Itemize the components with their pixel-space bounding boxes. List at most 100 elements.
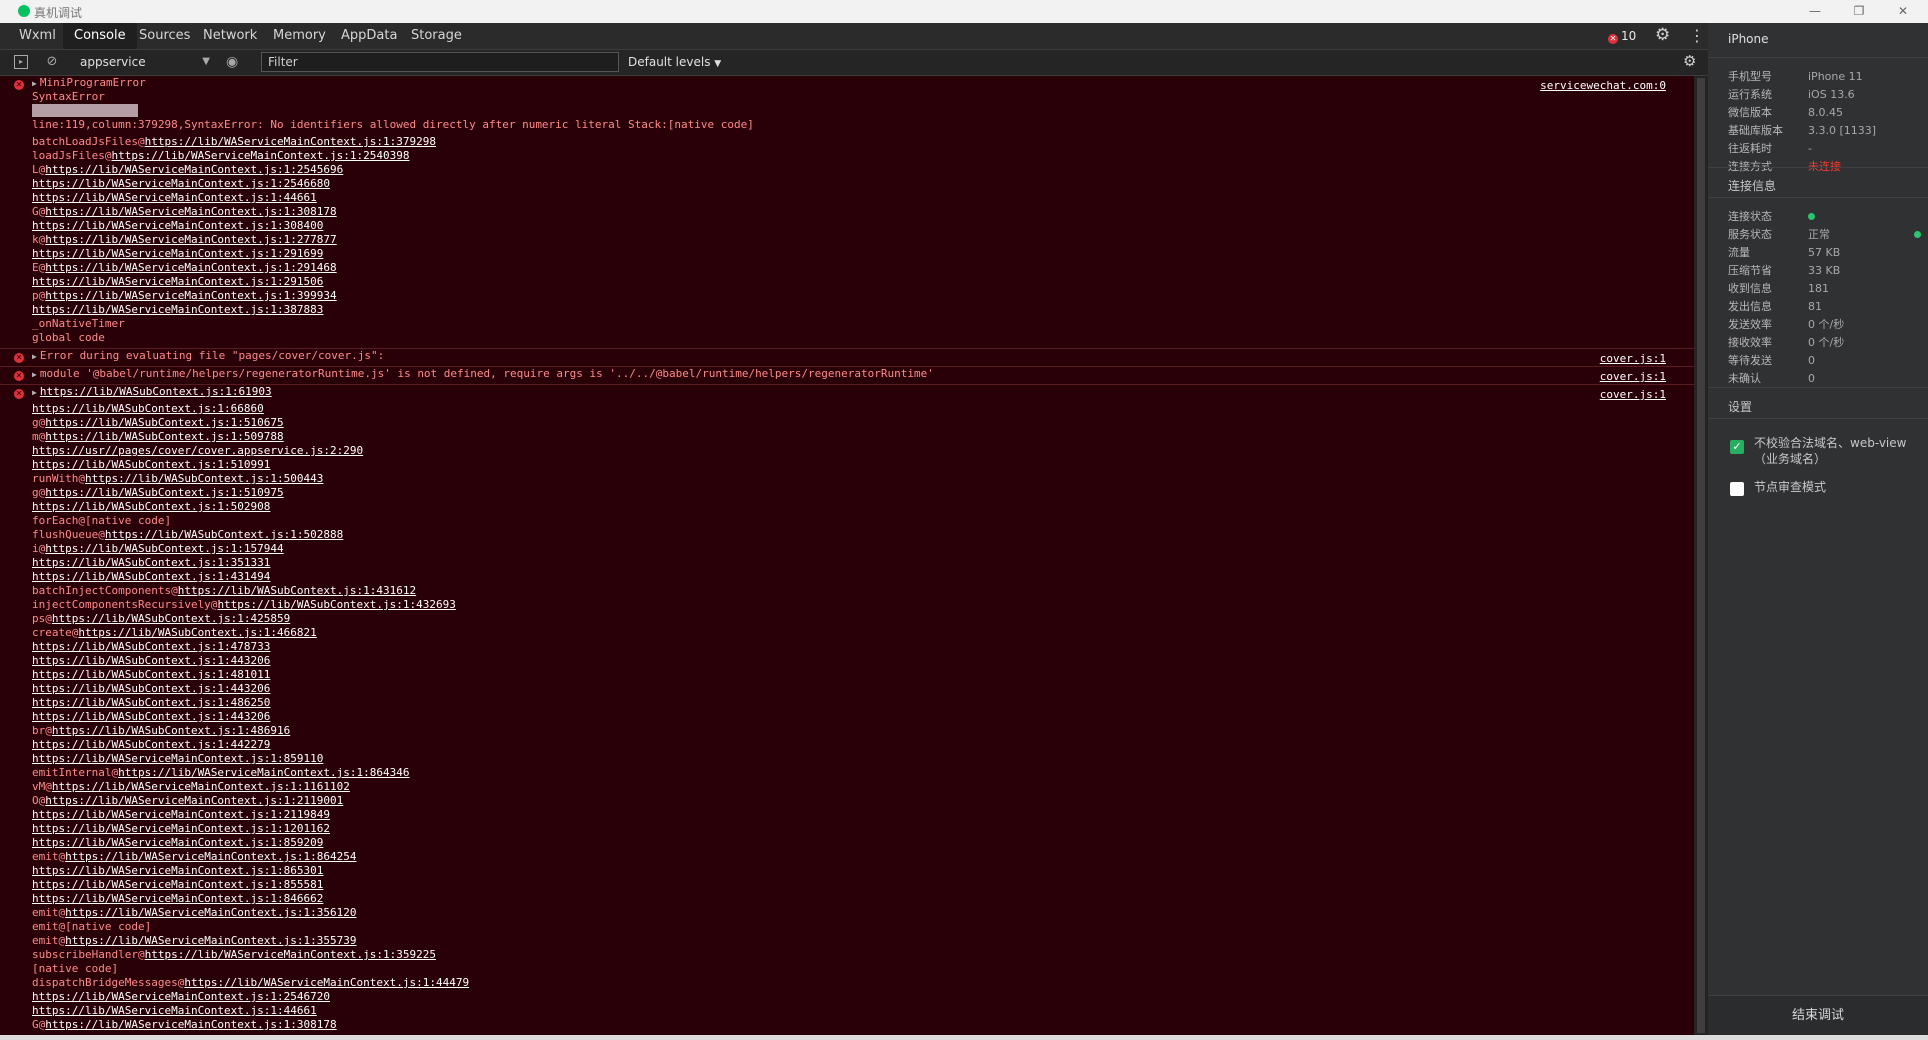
stack-link[interactable]: https://lib/WASubContext.js:1:157944 (45, 542, 283, 555)
scrollbar-thumb[interactable] (1697, 78, 1705, 1033)
stack-link[interactable]: https://lib/WASubContext.js:1:502888 (105, 528, 343, 541)
expand-triangle-icon[interactable]: ▶ (32, 79, 37, 88)
stack-link[interactable]: https://lib/WASubContext.js:1:509788 (45, 430, 283, 443)
stack-link[interactable]: https://lib/WASubContext.js:1:66860 (32, 402, 264, 415)
stack-frame[interactable]: G@https://lib/WAServiceMainContext.js:1:… (0, 205, 1694, 219)
stack-link[interactable]: https://lib/WAServiceMainContext.js:1:29… (32, 247, 323, 260)
stack-link[interactable]: https://lib/WASubContext.js:1:486916 (52, 724, 290, 737)
tab-sources[interactable]: Sources (128, 23, 201, 49)
skip-domain-check-checkbox[interactable]: ✓ (1730, 440, 1744, 454)
stack-frame[interactable]: create@https://lib/WASubContext.js:1:466… (0, 626, 1694, 640)
stack-link[interactable]: https://lib/WAServiceMainContext.js:1:25… (32, 990, 330, 1003)
stack-frame[interactable]: https://lib/WAServiceMainContext.js:1:12… (0, 822, 1694, 836)
stack-frame[interactable]: loadJsFiles@https://lib/WAServiceMainCon… (0, 149, 1694, 163)
source-link[interactable]: servicewechat.com:0 (1540, 79, 1666, 93)
stack-link[interactable]: https://lib/WASubContext.js:1:431612 (178, 584, 416, 597)
stack-link[interactable]: https://lib/WAServiceMainContext.js:1:86… (65, 850, 356, 863)
stack-frame[interactable]: injectComponentsRecursively@https://lib/… (0, 598, 1694, 612)
stack-link[interactable]: https://lib/WASubContext.js:1:425859 (52, 612, 290, 625)
tab-storage[interactable]: Storage (400, 23, 473, 49)
stack-link[interactable]: https://lib/WAServiceMainContext.js:1:85… (32, 752, 323, 765)
stack-frame[interactable]: https://lib/WAServiceMainContext.js:1:44… (0, 191, 1694, 205)
stack-frame[interactable]: https://lib/WASubContext.js:1:443206 (0, 654, 1694, 668)
stack-frame[interactable]: https://lib/WASubContext.js:1:510991 (0, 458, 1694, 472)
settings-gear-icon[interactable]: ⚙ (1655, 25, 1670, 45)
stack-frame[interactable]: https://lib/WAServiceMainContext.js:1:29… (0, 275, 1694, 289)
stack-frame[interactable]: subscribeHandler@https://lib/WAServiceMa… (0, 948, 1694, 962)
stack-link[interactable]: https://lib/WASubContext.js:1:351331 (32, 556, 270, 569)
stack-frame[interactable]: https://lib/WASubContext.js:1:443206 (0, 682, 1694, 696)
log-levels-dropdown[interactable]: Default levels ▼ (628, 50, 721, 75)
stack-link[interactable]: https://lib/WASubContext.js:1:61903 (40, 385, 272, 398)
error-count-badge[interactable]: ✕ 10 (1608, 28, 1636, 44)
console-error-entry[interactable]: ✕ servicewechat.com:0 ▶ MiniProgramError … (0, 76, 1694, 349)
stack-link[interactable]: https://lib/WASubContext.js:1:510975 (45, 486, 283, 499)
tab-network[interactable]: Network (192, 23, 268, 49)
stack-link[interactable]: https://lib/WASubContext.js:1:443206 (32, 682, 270, 695)
stack-link[interactable]: https://lib/WAServiceMainContext.js:1:29… (45, 261, 336, 274)
stack-link[interactable]: https://lib/WASubContext.js:1:481011 (32, 668, 270, 681)
minimize-button[interactable]: — (1794, 0, 1836, 23)
stack-link[interactable]: https://lib/WAServiceMainContext.js:1:38… (32, 303, 323, 316)
stack-frame[interactable]: batchLoadJsFiles@https://lib/WAServiceMa… (0, 135, 1694, 149)
stack-link[interactable]: https://lib/WAServiceMainContext.js:1:21… (45, 794, 343, 807)
stack-link[interactable]: https://lib/WASubContext.js:1:466821 (78, 626, 316, 639)
stack-link[interactable]: https://lib/WASubContext.js:1:502908 (32, 500, 270, 513)
end-debug-button[interactable]: 结束调试 (1708, 995, 1928, 1036)
stack-link[interactable]: https://lib/WASubContext.js:1:443206 (32, 710, 270, 723)
stack-frame[interactable]: https://lib/WAServiceMainContext.js:1:85… (0, 836, 1694, 850)
stack-frame[interactable]: emitInternal@https://lib/WAServiceMainCo… (0, 766, 1694, 780)
stack-link[interactable]: https://lib/WAServiceMainContext.js:1:30… (45, 205, 336, 218)
stack-frame[interactable]: g@https://lib/WASubContext.js:1:510675 (0, 416, 1694, 430)
stack-frame[interactable]: br@https://lib/WASubContext.js:1:486916 (0, 724, 1694, 738)
stack-link[interactable]: https://lib/WAServiceMainContext.js:1:86… (118, 766, 409, 779)
node-inspect-checkbox[interactable] (1730, 482, 1744, 496)
stack-frame[interactable]: https://lib/WASubContext.js:1:443206 (0, 710, 1694, 724)
stack-frame[interactable]: https://lib/WASubContext.js:1:431494 (0, 570, 1694, 584)
stack-frame[interactable]: runWith@https://lib/WASubContext.js:1:50… (0, 472, 1694, 486)
filter-input[interactable] (261, 52, 619, 72)
stack-link[interactable]: https://lib/WAServiceMainContext.js:1:35… (65, 934, 356, 947)
expand-triangle-icon[interactable]: ▶ (32, 352, 37, 361)
stack-frame[interactable]: batchInjectComponents@https://lib/WASubC… (0, 584, 1694, 598)
stack-frame[interactable]: https://lib/WAServiceMainContext.js:1:21… (0, 808, 1694, 822)
stack-frame[interactable]: https://lib/WASubContext.js:1:478733 (0, 640, 1694, 654)
source-link[interactable]: cover.js:1 (1600, 352, 1666, 366)
source-link[interactable]: cover.js:1 (1600, 370, 1666, 384)
stack-frame[interactable]: k@https://lib/WAServiceMainContext.js:1:… (0, 233, 1694, 247)
stack-frame[interactable]: https://lib/WASubContext.js:1:486250 (0, 696, 1694, 710)
stack-link[interactable]: https://lib/WAServiceMainContext.js:1:21… (32, 808, 330, 821)
stack-frame[interactable]: m@https://lib/WASubContext.js:1:509788 (0, 430, 1694, 444)
stack-link[interactable]: https://lib/WASubContext.js:1:443206 (32, 654, 270, 667)
stack-link[interactable]: https://lib/WAServiceMainContext.js:1:25… (45, 163, 343, 176)
stack-frame[interactable]: g@https://lib/WASubContext.js:1:510975 (0, 486, 1694, 500)
close-window-button[interactable]: ✕ (1882, 0, 1924, 23)
stack-frame[interactable]: dispatchBridgeMessages@https://lib/WASer… (0, 976, 1694, 990)
stack-link[interactable]: https://lib/WAServiceMainContext.js:1:30… (45, 1018, 336, 1031)
stack-link[interactable]: https://lib/WAServiceMainContext.js:1:11… (52, 780, 350, 793)
stack-frame[interactable]: https://lib/WAServiceMainContext.js:1:25… (0, 177, 1694, 191)
stack-link[interactable]: https://lib/WAServiceMainContext.js:1:35… (145, 948, 436, 961)
console-error-entry[interactable]: ✕ cover.js:1 ▶ module '@babel/runtime/hel… (0, 367, 1694, 385)
stack-frame[interactable]: G@https://lib/WAServiceMainContext.js:1:… (0, 1018, 1694, 1032)
more-menu-icon[interactable]: ⋮ (1689, 26, 1705, 45)
stack-link[interactable]: https://lib/WASubContext.js:1:500443 (85, 472, 323, 485)
stack-frame[interactable]: https://lib/WAServiceMainContext.js:1:84… (0, 892, 1694, 906)
stack-link[interactable]: https://lib/WAServiceMainContext.js:1:39… (45, 289, 336, 302)
stack-frame[interactable]: https://lib/WAServiceMainContext.js:1:30… (0, 219, 1694, 233)
console-settings-gear-icon[interactable]: ⚙ (1683, 52, 1696, 70)
stack-link[interactable]: https://lib/WAServiceMainContext.js:1:29… (32, 275, 323, 288)
stack-link[interactable]: https://lib/WASubContext.js:1:510675 (45, 416, 283, 429)
expand-triangle-icon[interactable]: ▶ (32, 370, 37, 379)
stack-link[interactable]: https://lib/WAServiceMainContext.js:1:25… (32, 177, 330, 190)
stack-link[interactable]: https://lib/WAServiceMainContext.js:1:37… (145, 135, 436, 148)
context-selector[interactable]: appservice ▼ (72, 52, 214, 72)
stack-frame[interactable]: E@https://lib/WAServiceMainContext.js:1:… (0, 261, 1694, 275)
stack-link[interactable]: https://lib/WASubContext.js:1:486250 (32, 696, 270, 709)
clear-console-icon[interactable]: ⊘ (45, 55, 59, 69)
stack-link[interactable]: https://lib/WAServiceMainContext.js:1:27… (45, 233, 336, 246)
stack-frame[interactable]: emit@https://lib/WAServiceMainContext.js… (0, 906, 1694, 920)
stack-link[interactable]: https://lib/WAServiceMainContext.js:1:84… (32, 892, 323, 905)
stack-link[interactable]: https://lib/WASubContext.js:1:510991 (32, 458, 270, 471)
stack-link[interactable]: https://lib/WASubContext.js:1:431494 (32, 570, 270, 583)
